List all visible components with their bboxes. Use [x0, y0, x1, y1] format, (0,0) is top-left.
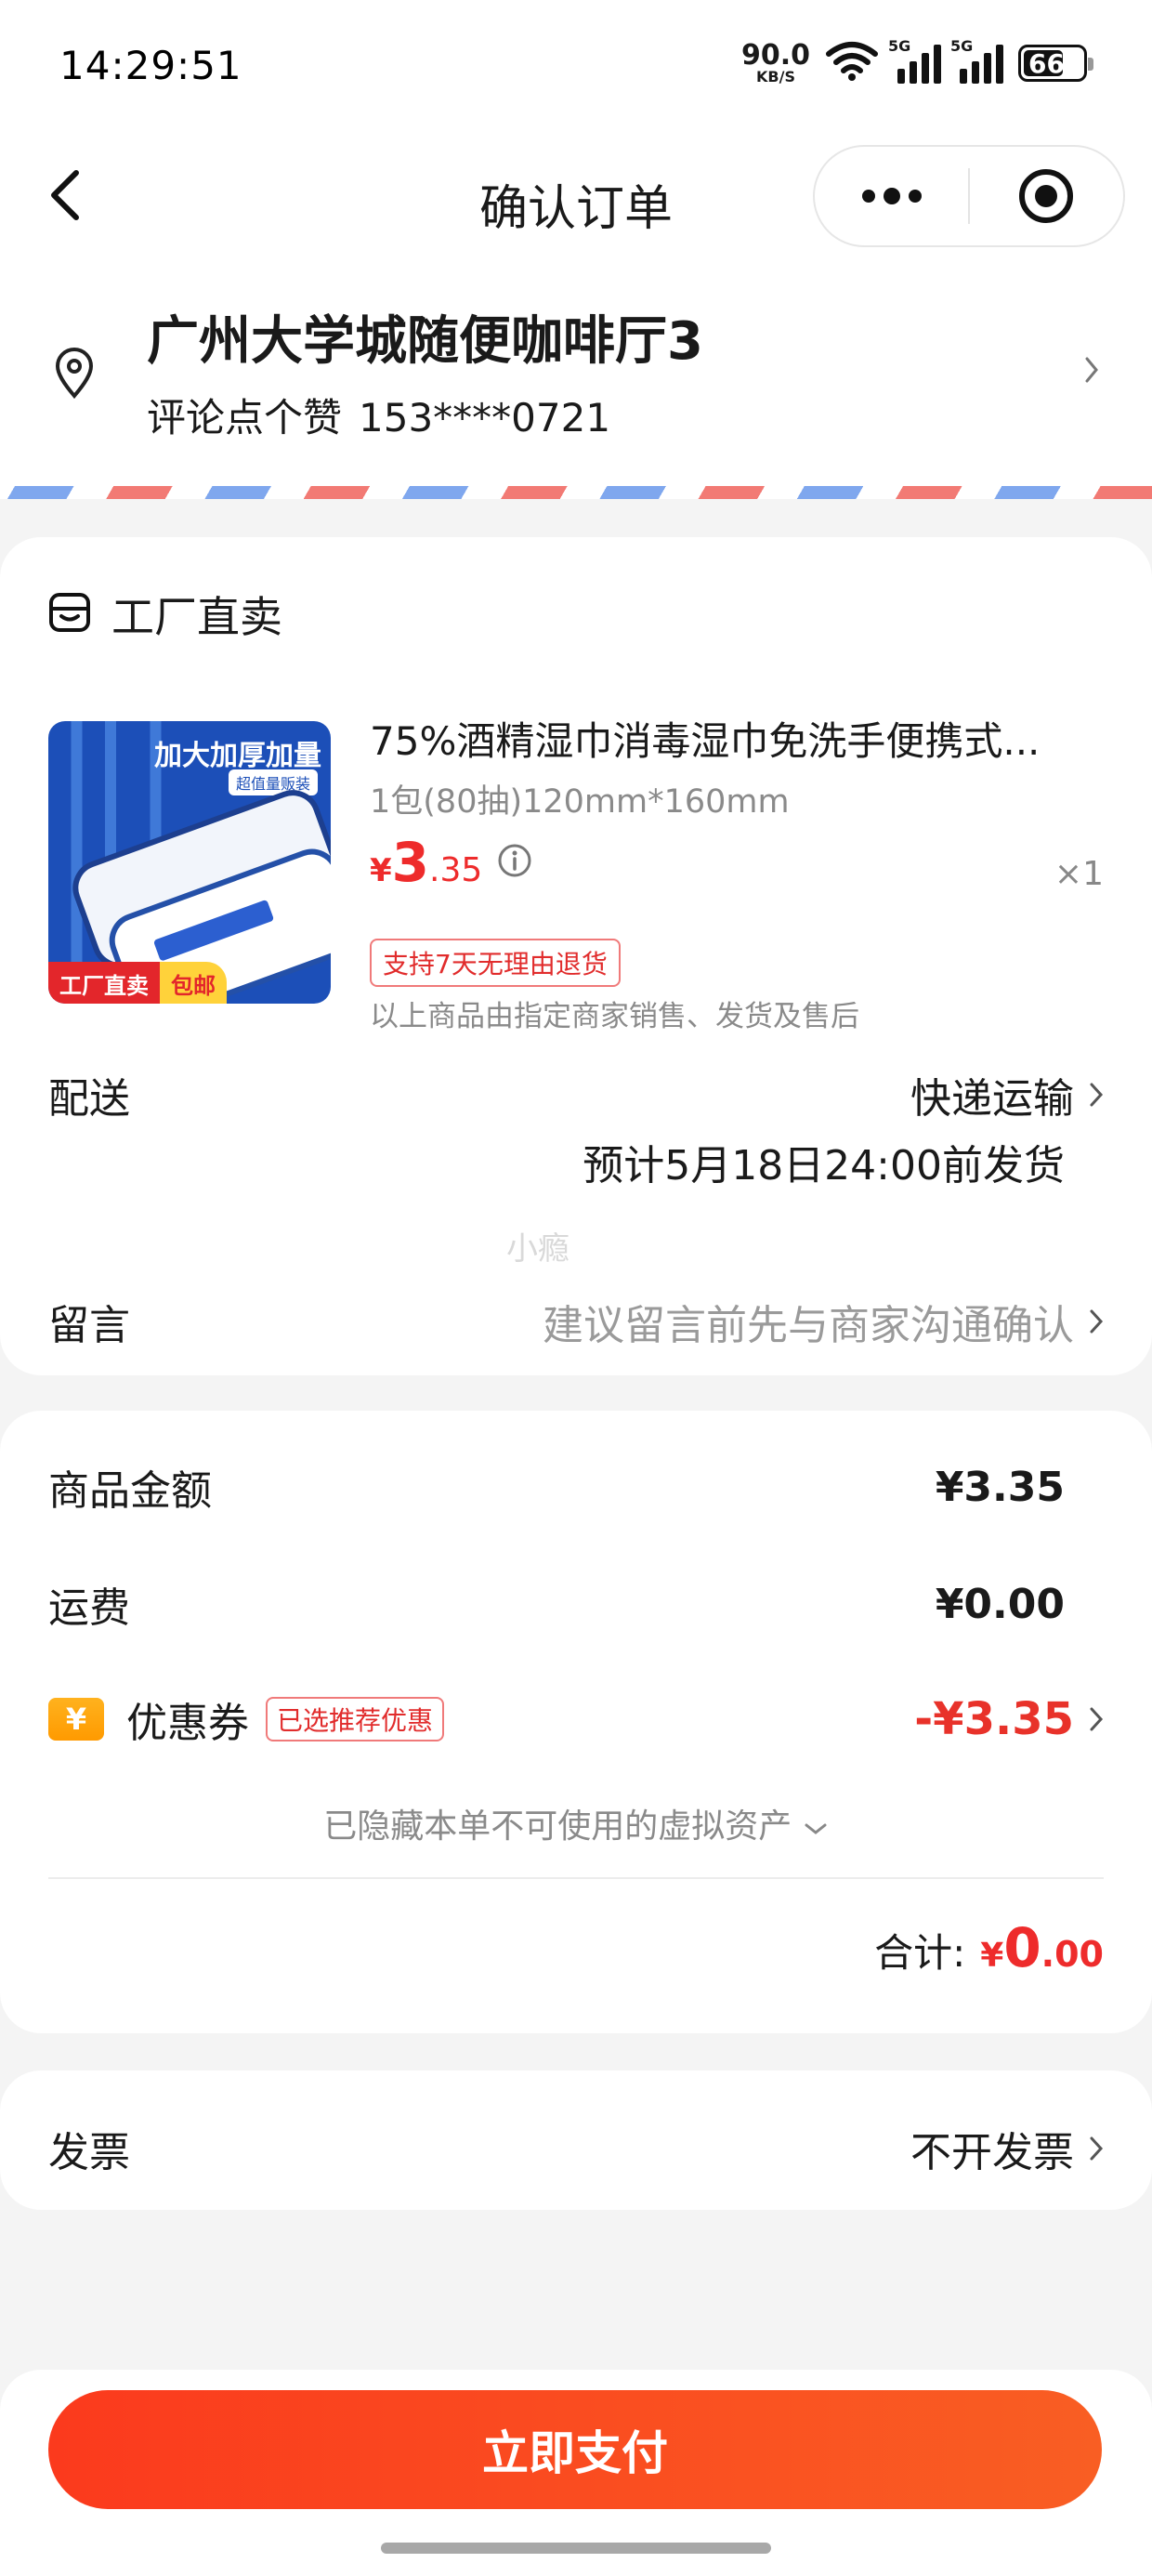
status-time: 14:29:51: [59, 43, 242, 88]
coupon-label: 优惠券: [126, 1700, 249, 1747]
delivery-row[interactable]: 配送 快递运输: [48, 1065, 1104, 1124]
total-row: 合计: ¥ 0 .00: [874, 1916, 1104, 1979]
delivery-eta: 预计5月18日24:00前发货: [583, 1142, 1065, 1189]
shipping-fee-row: 运费 ¥0.00: [48, 1574, 1104, 1634]
coupon-icon: ¥: [48, 1698, 104, 1741]
product-thumbnail[interactable]: 加大加厚加量 超值量贩装 工厂直卖 包邮: [48, 721, 331, 1004]
signal-5g-2-icon: 5G: [950, 37, 1003, 84]
status-bar: 14:29:51 90.0 KB/S 5G 5G 66: [0, 0, 1152, 139]
price-integer: 3: [391, 831, 430, 894]
address-title: 广州大学城随便咖啡厅3: [147, 311, 703, 372]
address-contact: 评论点个赞 153****0721: [147, 387, 610, 443]
hidden-assets-toggle[interactable]: 已隐藏本单不可使用的虚拟资产: [0, 1799, 1152, 1847]
coupon-row[interactable]: ¥ 优惠券 已选推荐优惠 -¥3.35: [48, 1689, 1104, 1749]
invoice-value: 不开发票: [910, 2129, 1074, 2176]
goods-amount-row: 商品金额 ¥3.35: [48, 1457, 1104, 1517]
mini-program-capsule: [813, 145, 1125, 247]
total-decimal: .00: [1041, 1934, 1104, 1975]
price-summary-card: 商品金额 ¥3.35 运费 ¥0.00 ¥ 优惠券 已选推荐优惠 -¥3.35 …: [0, 1411, 1152, 2033]
chevron-right-icon: [1089, 1081, 1104, 1109]
thumb-badge: 工厂直卖 包邮: [48, 961, 227, 1004]
recipient-phone: 153****0721: [359, 395, 611, 440]
battery-level: 66: [1028, 47, 1065, 79]
wifi-icon: [825, 41, 879, 85]
network-speed-value: 90.0: [740, 39, 810, 72]
total-symbol: ¥: [980, 1937, 1004, 1975]
chevron-right-icon: [1083, 355, 1100, 388]
battery-icon: 66: [1018, 45, 1093, 82]
chevron-right-icon: [1089, 2135, 1104, 2162]
return-policy-badge: 支持7天无理由退货: [370, 939, 621, 987]
goods-amount-value: ¥3.35: [935, 1463, 1065, 1511]
store-icon: [48, 592, 91, 637]
product-quantity: ×1: [1054, 855, 1104, 893]
envelope-stripe: [0, 486, 1152, 499]
thumb-badge-factory: 工厂直卖: [48, 961, 160, 1004]
nav-bar: 确认订单: [0, 139, 1152, 260]
status-icons: 90.0 KB/S 5G 5G 66: [741, 37, 1093, 85]
chevron-right-icon: [1089, 1705, 1104, 1733]
home-indicator[interactable]: [381, 2543, 771, 2554]
thumb-badge-shipping: 包邮: [160, 961, 227, 1004]
network-speed-unit: KB/S: [756, 68, 795, 85]
shipping-fee-value: ¥0.00: [935, 1580, 1065, 1628]
bottom-bar: 立即支付: [0, 2370, 1152, 2576]
shop-header[interactable]: 工厂直卖: [48, 584, 282, 645]
location-pin-icon: [54, 346, 95, 403]
goods-amount-label: 商品金额: [48, 1467, 212, 1515]
target-close-icon: [1019, 169, 1074, 223]
hidden-assets-text: 已隐藏本单不可使用的虚拟资产: [323, 1807, 792, 1846]
delivery-label: 配送: [48, 1075, 130, 1123]
message-row[interactable]: 留言 建议留言前先与商家沟通确认: [48, 1292, 1104, 1351]
invoice-label: 发票: [48, 2129, 130, 2176]
product-card: 工厂直卖 加大加厚加量 超值量贩装 工厂直卖 包邮 75%酒精湿巾消毒湿巾免洗手…: [0, 537, 1152, 1375]
coupon-tag: 已选推荐优惠: [266, 1697, 445, 1741]
price-decimal: .35: [429, 851, 483, 889]
invoice-row[interactable]: 发票 不开发票: [48, 2119, 1104, 2178]
signal-5g-1-icon: 5G: [888, 37, 941, 84]
product-price: ¥ 3 .35: [370, 831, 482, 894]
product-spec: 1包(80抽)120mm*160mm: [370, 783, 790, 821]
divider: [48, 1877, 1104, 1879]
pay-now-button[interactable]: 立即支付: [48, 2390, 1102, 2509]
close-program-button[interactable]: [970, 147, 1123, 245]
message-input[interactable]: 建议留言前先与商家沟通确认: [543, 1292, 1074, 1351]
seller-note: 以上商品由指定商家销售、发货及售后: [370, 1000, 859, 1033]
more-button[interactable]: [815, 147, 968, 245]
chevron-down-icon: [803, 1807, 829, 1846]
watermark: 小瘾: [506, 1230, 569, 1268]
price-symbol: ¥: [370, 852, 392, 889]
message-label: 留言: [48, 1302, 130, 1349]
network-speed: 90.0 KB/S: [741, 42, 810, 85]
total-integer: 0: [1003, 1916, 1041, 1979]
shipping-fee-label: 运费: [48, 1584, 130, 1632]
coupon-amount: -¥3.35: [914, 1693, 1074, 1745]
shop-name: 工厂直卖: [111, 592, 282, 642]
product-title[interactable]: 75%酒精湿巾消毒湿巾免洗手便携式...: [370, 710, 1094, 767]
recipient-name: 评论点个赞: [147, 395, 343, 440]
more-dots-icon: [861, 188, 922, 204]
thumb-headline: 加大加厚加量: [154, 740, 321, 772]
total-label: 合计:: [874, 1930, 966, 1976]
invoice-card[interactable]: 发票 不开发票: [0, 2070, 1152, 2210]
delivery-method: 快递运输: [910, 1075, 1074, 1123]
chevron-right-icon: [1089, 1308, 1104, 1335]
info-icon[interactable]: [496, 842, 533, 883]
address-section[interactable]: 广州大学城随便咖啡厅3 评论点个赞 153****0721: [0, 279, 1152, 474]
